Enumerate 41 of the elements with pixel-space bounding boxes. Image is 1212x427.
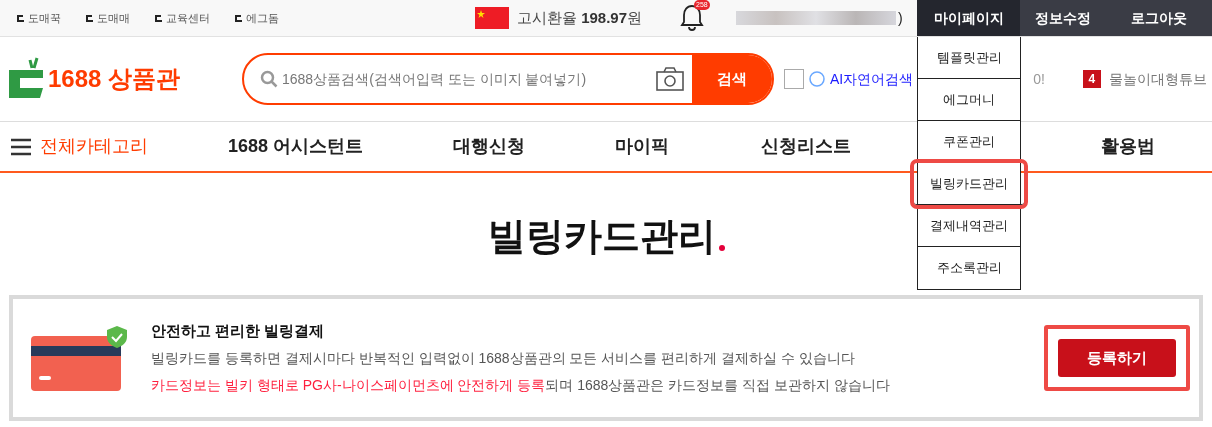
exchange-rate: 고시환율 198.97원 [517,7,643,28]
ai-search-label[interactable]: AI자연어검색 [830,68,914,90]
search-button[interactable]: 검색 [692,55,772,103]
nav-link[interactable]: 1688 어시스턴트 [228,133,364,160]
account-menu-button[interactable]: 로그아웃 [1105,0,1212,36]
top-link[interactable]: 교육센터 [154,9,210,27]
logo-icon [234,13,244,23]
dropdown-item[interactable]: 결제내역관리 [918,205,1020,247]
card-notice: 카드정보는 빌키 형태로 PG사-나이스페이먼츠에 안전하게 등록되며 1688상품관은 카드정보를 직접 보관하지 않습니다 [151,376,890,396]
logo-icon [85,13,95,23]
account-menu-button[interactable]: 정보수정 [1020,0,1105,36]
logo-icon [16,13,26,23]
search-icon [260,70,278,88]
user-name-suffix: ) [898,8,903,28]
top-link[interactable]: 에그돔 [234,9,279,27]
dropdown-item[interactable]: 쿠폰관리 [918,121,1020,163]
account-menu-button[interactable]: 마이페이지 [917,0,1020,36]
nav-link[interactable]: 대행신청 [453,133,526,160]
top-link[interactable]: 도매꾹 [16,9,61,27]
card-description: 빌링카드를 등록하면 결제시마다 반복적인 입력없이 1688상품관의 모든 서비스를 편리하게 결제하실 수 있습니다 [151,349,856,369]
nav-link[interactable]: 신청리스트 [761,133,852,160]
all-categories-link[interactable]: 전체카테고리 [40,133,148,160]
site-logo[interactable]: 1688 상품관 [6,56,236,102]
dropdown-item[interactable]: 주소록관리 [918,247,1020,289]
register-button[interactable]: 등록하기 [1058,339,1176,377]
trending-keyword[interactable]: 물놀이대형튜브 [1108,68,1207,90]
dropdown-item[interactable]: 에그머니 [918,79,1020,121]
logo-icon [154,13,164,23]
page-title: 빌링카드관리 [487,214,716,259]
flag-icon [475,7,509,29]
camera-icon[interactable] [656,67,684,91]
nav-link[interactable]: 마이픽 [615,133,670,160]
nav-link[interactable]: 활용법 [1101,133,1156,160]
menu-icon[interactable] [10,137,32,156]
search-bar[interactable]: 1688상품검색(검색어입력 또는 이미지 붙여넣기) 검색 [242,53,774,105]
rolling-text: 0! [1033,69,1045,89]
dropdown-item[interactable]: 템플릿관리 [918,37,1020,79]
ai-search-checkbox[interactable] [784,69,804,89]
rank-badge: 4 [1082,70,1101,88]
card-heading: 안전하고 편리한 빌링결제 [151,320,326,341]
top-link[interactable]: 도매매 [85,9,130,27]
